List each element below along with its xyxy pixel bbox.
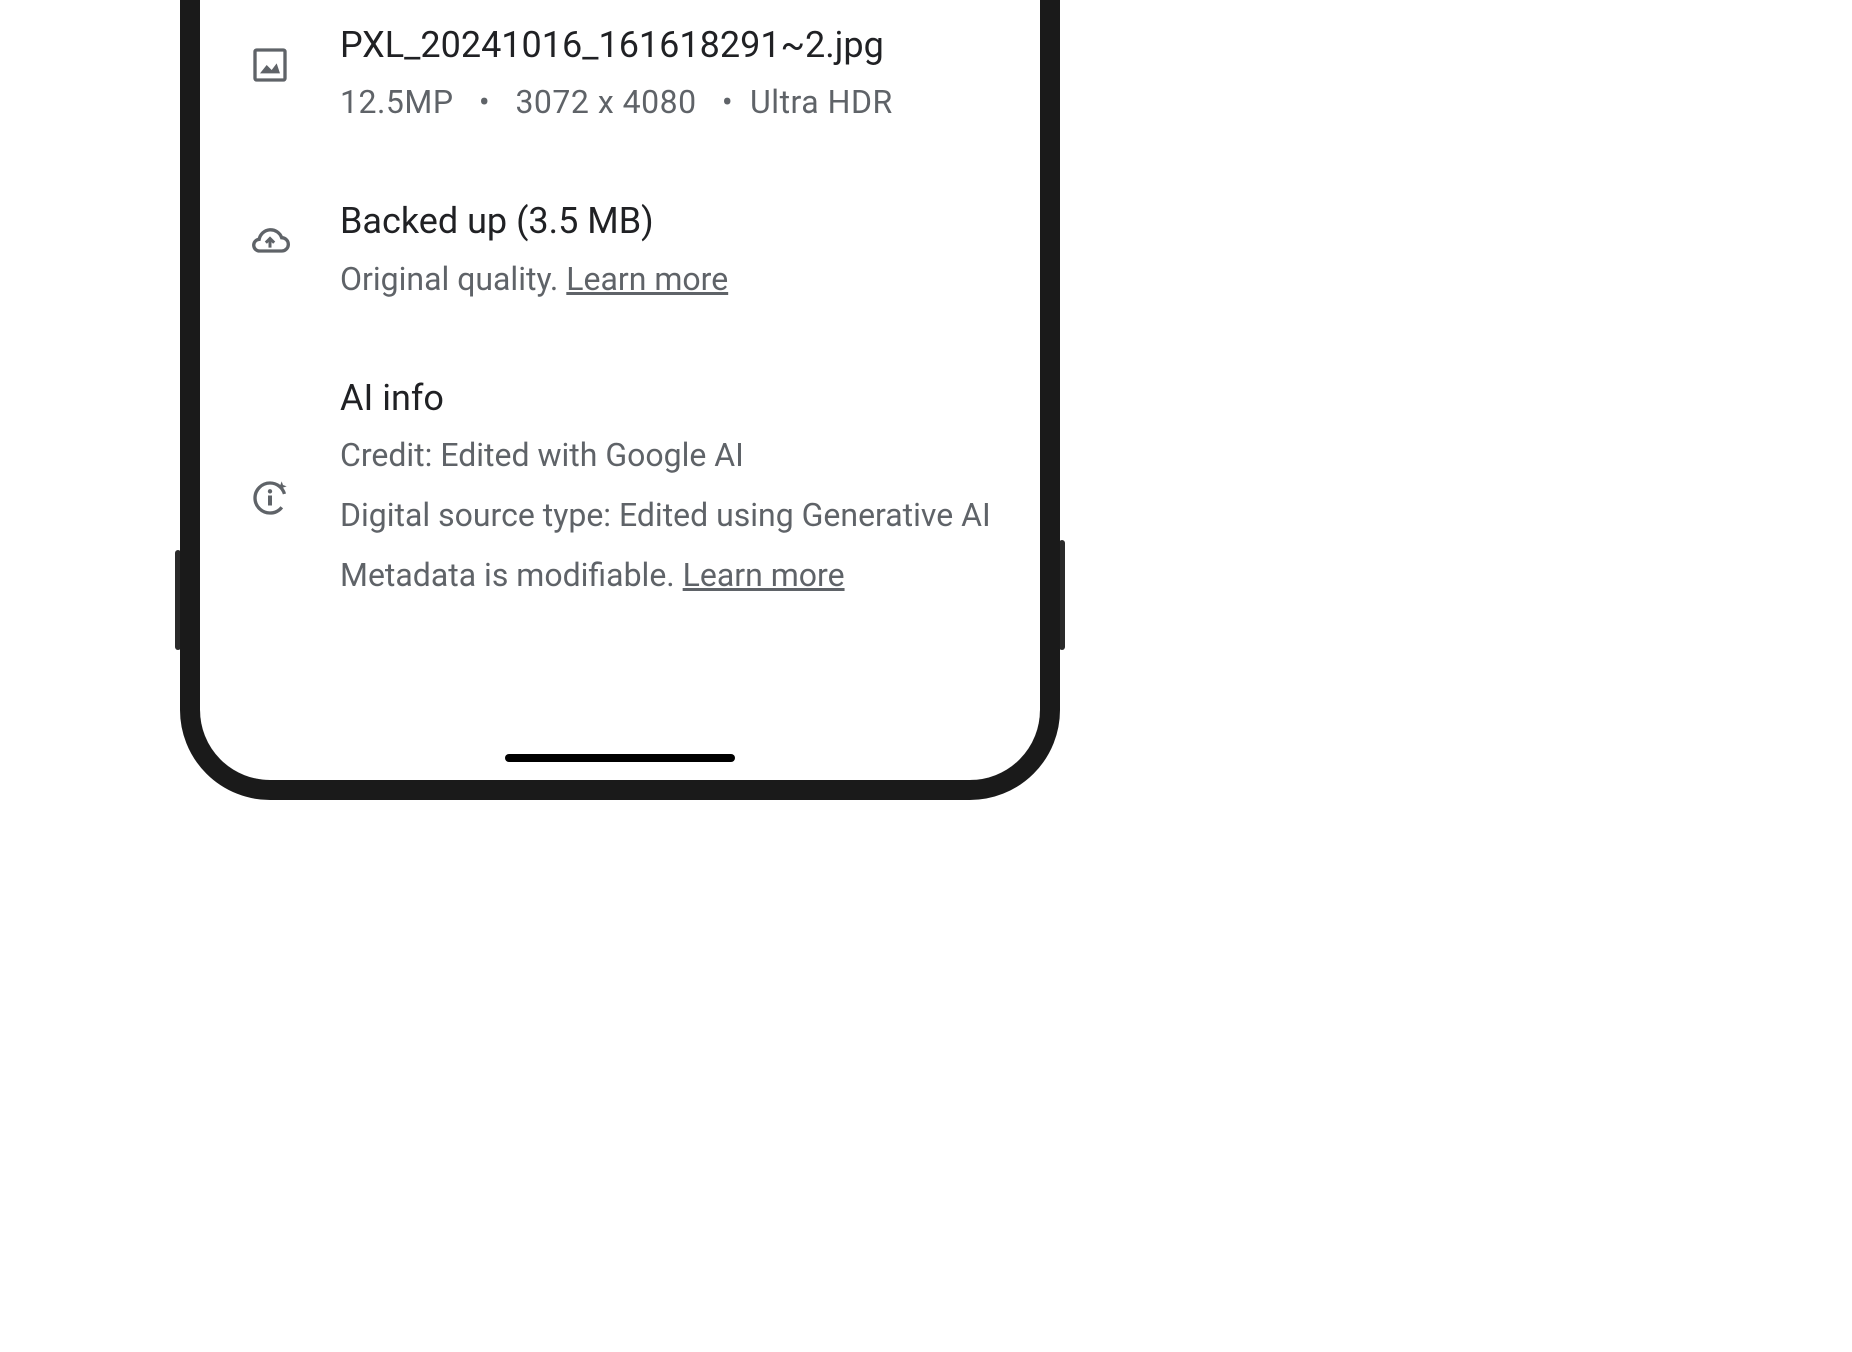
home-indicator[interactable] <box>505 754 735 762</box>
dimensions-value: 3072 x 4080 <box>515 83 696 121</box>
ai-info-title-label: AI info <box>340 373 995 423</box>
image-icon <box>245 40 295 90</box>
ai-source-type-label: Digital source type: Edited using Genera… <box>340 491 995 539</box>
filename-label: PXL_20241016_161618291~2.jpg <box>340 20 995 70</box>
backup-quality-value: Original quality. <box>340 260 558 298</box>
megapixels-value: 12.5MP <box>340 83 454 121</box>
backup-info-row: Backed up (3.5 MB) Original quality. Lea… <box>245 196 995 302</box>
ai-info-row: AI info Credit: Edited with Google AI Di… <box>245 373 995 599</box>
file-info-row: PXL_20241016_161618291~2.jpg 12.5MP • 30… <box>245 20 995 126</box>
ai-metadata-label: Metadata is modifiable. Learn more <box>340 551 995 599</box>
ai-learn-more-link[interactable]: Learn more <box>683 556 845 594</box>
ai-metadata-value: Metadata is modifiable. <box>340 556 675 594</box>
ai-credit-label: Credit: Edited with Google AI <box>340 431 995 479</box>
backup-title-label: Backed up (3.5 MB) <box>340 196 995 246</box>
backup-learn-more-link[interactable]: Learn more <box>566 260 728 298</box>
file-details-label: 12.5MP • 3072 x 4080 • Ultra HDR <box>340 78 995 126</box>
hdr-value: Ultra HDR <box>750 83 893 121</box>
cloud-upload-icon <box>245 216 295 266</box>
backup-quality-label: Original quality. Learn more <box>340 255 995 303</box>
phone-frame: PXL_20241016_161618291~2.jpg 12.5MP • 30… <box>180 0 1060 800</box>
ai-info-text: AI info Credit: Edited with Google AI Di… <box>340 373 995 599</box>
file-info-text: PXL_20241016_161618291~2.jpg 12.5MP • 30… <box>340 20 995 126</box>
photo-details-panel: PXL_20241016_161618291~2.jpg 12.5MP • 30… <box>200 0 1040 679</box>
ai-info-icon <box>245 473 295 523</box>
backup-info-text: Backed up (3.5 MB) Original quality. Lea… <box>340 196 995 302</box>
